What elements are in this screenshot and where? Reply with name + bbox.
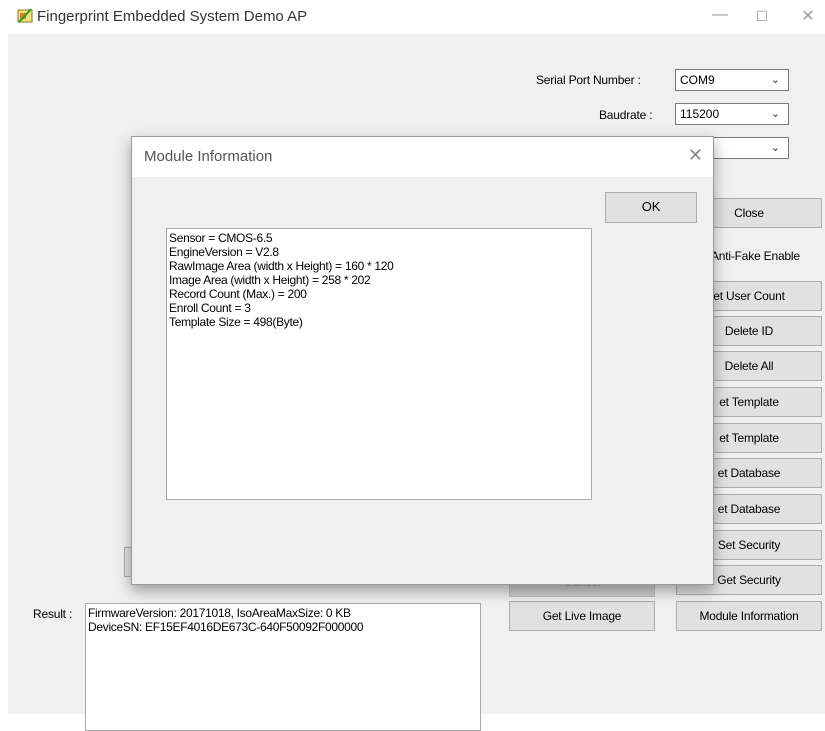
ok-button[interactable]: OK	[605, 192, 697, 223]
dialog-title: Module Information	[144, 148, 273, 165]
baudrate-select[interactable]: 115200 ⌄	[675, 103, 789, 125]
baudrate-value: 115200	[680, 107, 720, 121]
dialog-close-icon[interactable]: ✕	[688, 145, 703, 166]
window-title: Fingerprint Embedded System Demo AP	[37, 8, 308, 25]
chevron-down-icon: ⌄	[770, 74, 780, 86]
module-information-dialog: Module Information ✕ OK Sensor = CMOS-6.…	[131, 136, 714, 585]
baudrate-label: Baudrate :	[599, 108, 653, 122]
maximize-button[interactable]: ☐	[747, 8, 777, 25]
minimize-button[interactable]: —	[705, 6, 735, 24]
close-window-button[interactable]: ✕	[793, 6, 823, 26]
title-bar: Fingerprint Embedded System Demo AP — ☐ …	[0, 0, 825, 34]
anti-fake-checkbox[interactable]: Anti-Fake Enable	[711, 249, 800, 263]
chevron-down-icon: ⌄	[770, 142, 780, 154]
serial-port-label: Serial Port Number :	[536, 73, 641, 87]
serial-port-select[interactable]: COM9 ⌄	[675, 69, 789, 91]
app-icon	[17, 8, 33, 23]
serial-port-value: COM9	[680, 73, 715, 87]
result-textbox[interactable]: FirmwareVersion: 20171018, IsoAreaMaxSiz…	[85, 603, 481, 731]
result-label: Result :	[33, 607, 73, 621]
module-information-button[interactable]: Module Information	[676, 601, 822, 631]
dialog-title-bar: Module Information ✕	[132, 137, 713, 177]
get-live-image-button[interactable]: Get Live Image	[509, 601, 655, 631]
chevron-down-icon: ⌄	[770, 108, 780, 120]
module-info-textbox[interactable]: Sensor = CMOS-6.5 EngineVersion = V2.8 R…	[166, 228, 592, 500]
